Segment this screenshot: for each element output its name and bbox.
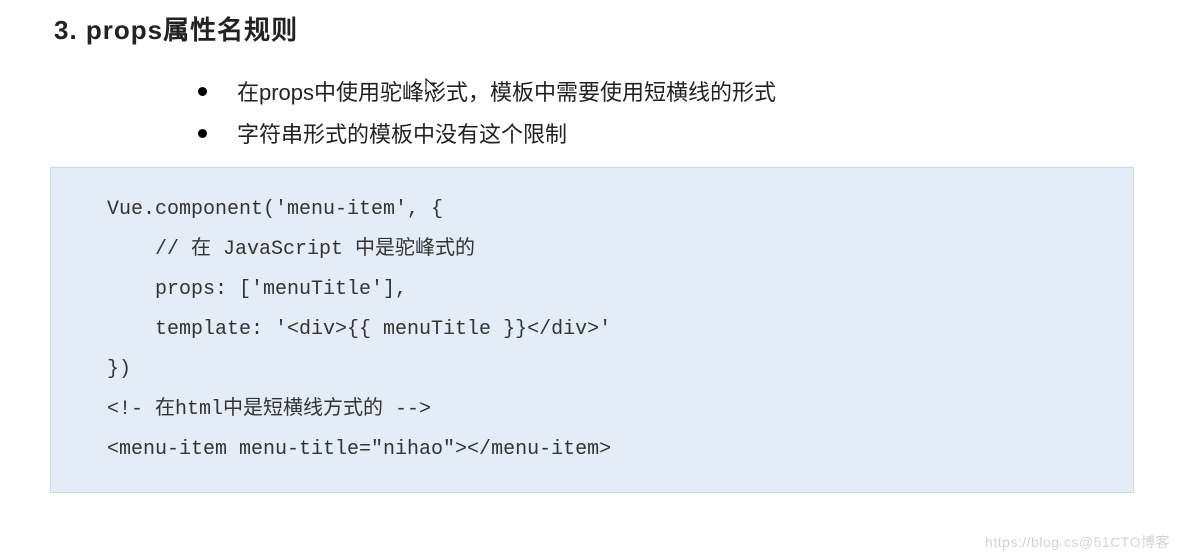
- document-page: 3. props属性名规则 在props中使用驼峰形式，模板中需要使用短横线的形…: [0, 0, 1184, 493]
- bullet-text: 字符串形式的模板中没有这个限制: [237, 117, 567, 149]
- list-item: 字符串形式的模板中没有这个限制: [198, 117, 1134, 149]
- bullet-text: 在props中使用驼峰形式，模板中需要使用短横线的形式: [237, 75, 776, 107]
- code-block: Vue.component('menu-item', { // 在 JavaSc…: [50, 167, 1134, 493]
- list-item: 在props中使用驼峰形式，模板中需要使用短横线的形式: [198, 75, 1134, 107]
- watermark-text: https://blog.cs@51CTO博客: [985, 532, 1170, 552]
- bullet-list: 在props中使用驼峰形式，模板中需要使用短横线的形式 字符串形式的模板中没有这…: [50, 75, 1134, 149]
- bullet-dot-icon: [198, 87, 207, 96]
- bullet-dot-icon: [198, 129, 207, 138]
- section-heading: 3. props属性名规则: [54, 10, 1134, 47]
